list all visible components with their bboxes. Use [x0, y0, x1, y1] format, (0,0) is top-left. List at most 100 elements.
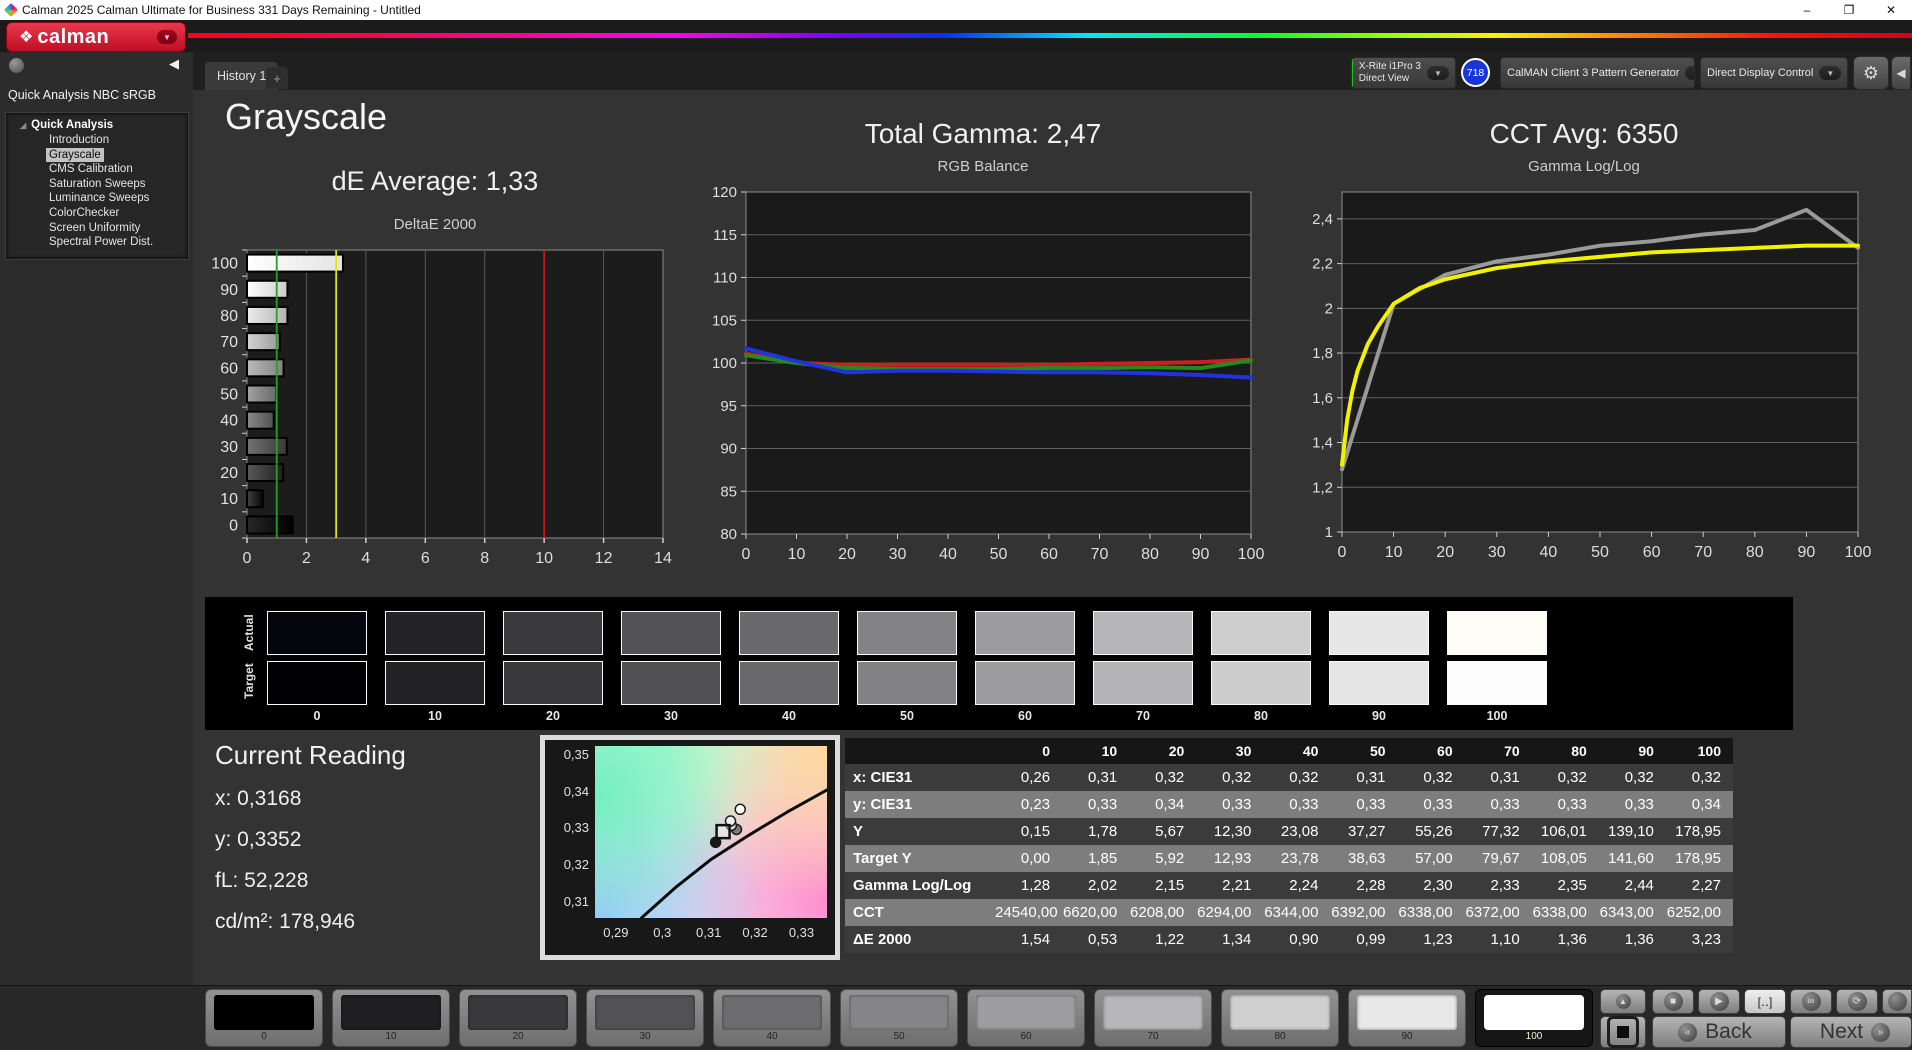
sidebar-item-grayscale[interactable]: Grayscale — [46, 148, 104, 163]
pattern-window-toggle-button[interactable] — [1600, 1016, 1646, 1048]
patch-swatch — [595, 995, 695, 1030]
tree-root-quick-analysis[interactable]: ◢Quick Analysis — [20, 119, 188, 131]
svg-text:4: 4 — [361, 550, 370, 567]
svg-text:80: 80 — [1141, 546, 1159, 563]
sidebar-item-luminance-sweeps[interactable]: Luminance Sweeps — [46, 191, 152, 206]
table-cell: 6252,00 — [1666, 899, 1733, 926]
pattern-patch-10[interactable]: 10 — [332, 989, 450, 1047]
table-cell: 0,31 — [1465, 764, 1532, 791]
pattern-patch-50[interactable]: 50 — [840, 989, 958, 1047]
next-button[interactable]: Next » — [1790, 1016, 1912, 1048]
minimize-button[interactable]: – — [1786, 0, 1828, 20]
table-cell: 0,33 — [1062, 791, 1129, 818]
table-cell: 12,93 — [1196, 845, 1263, 872]
pattern-mode-icon: [‥] — [1758, 995, 1773, 1009]
sidebar-item-screen-uniformity[interactable]: Screen Uniformity — [46, 221, 143, 236]
meter-selector-button[interactable]: X-Rite i1Pro 3 Direct View ▼ — [1351, 57, 1456, 89]
meter-dropdown-icon[interactable]: ▼ — [1427, 66, 1449, 80]
svg-text:20: 20 — [1436, 544, 1454, 561]
sidebar-item-introduction[interactable]: Introduction — [46, 133, 112, 148]
play-button[interactable]: ▶ — [1698, 989, 1740, 1014]
pattern-patch-90[interactable]: 90 — [1348, 989, 1466, 1047]
svg-text:80: 80 — [220, 308, 238, 325]
svg-text:20: 20 — [220, 465, 238, 482]
pattern-patch-70[interactable]: 70 — [1094, 989, 1212, 1047]
table-cell: 0,32 — [1129, 764, 1196, 791]
swatch-columns: 0102030405060708090100 — [267, 611, 1547, 723]
sidebar-orb-icon[interactable] — [9, 58, 24, 73]
table-cell: 6294,00 — [1196, 899, 1263, 926]
table-cell: 2,24 — [1263, 872, 1330, 899]
continuous-read-button[interactable]: ∞ — [1790, 989, 1832, 1014]
restore-button[interactable]: ❐ — [1828, 0, 1870, 20]
gamma-chart-title: Gamma Log/Log — [1296, 158, 1872, 175]
patch-swatch — [722, 995, 822, 1030]
sidebar-item-cms-calibration[interactable]: CMS Calibration — [46, 162, 136, 177]
table-cell: 178,95 — [1666, 818, 1733, 845]
pattern-patch-0[interactable]: 0 — [205, 989, 323, 1047]
tree-expand-icon[interactable]: ◢ — [20, 121, 26, 130]
table-cell: 0,32 — [1196, 764, 1263, 791]
title-bar: Calman 2025 Calman Ultimate for Business… — [0, 0, 1912, 20]
pattern-patch-100[interactable]: 100 — [1475, 989, 1593, 1047]
table-header-90: 90 — [1599, 738, 1666, 764]
extra-transport-button[interactable] — [1882, 989, 1912, 1014]
table-cell: 0,99 — [1330, 926, 1397, 953]
patch-swatch — [341, 995, 441, 1030]
display-control-dropdown-icon[interactable]: ▼ — [1819, 66, 1841, 80]
patch-label: 50 — [841, 1031, 957, 1042]
page-title: Grayscale — [225, 96, 387, 138]
sidebar-item-saturation-sweeps[interactable]: Saturation Sweeps — [46, 177, 149, 192]
table-cell: 79,67 — [1465, 845, 1532, 872]
patch-label: 100 — [1476, 1031, 1592, 1042]
svg-text:70: 70 — [1091, 546, 1109, 563]
pattern-patch-40[interactable]: 40 — [713, 989, 831, 1047]
panel-collapse-button[interactable]: ◀ — [1891, 56, 1911, 90]
display-control-button[interactable]: Direct Display Control ▼ — [1700, 57, 1848, 89]
actual-swatch-40 — [739, 611, 839, 655]
meter-count-badge: 718 — [1461, 58, 1490, 87]
back-button[interactable]: « Back — [1652, 1016, 1786, 1048]
settings-gear-button[interactable]: ⚙ — [1853, 56, 1889, 90]
pattern-patch-60[interactable]: 60 — [967, 989, 1085, 1047]
swatch-column-10: 10 — [385, 611, 485, 723]
pattern-up-button[interactable]: ▲ — [1600, 989, 1646, 1014]
play-icon: ▶ — [1710, 992, 1729, 1011]
patch-label: 40 — [714, 1031, 830, 1042]
pattern-patch-30[interactable]: 30 — [586, 989, 704, 1047]
infinity-icon: ∞ — [1802, 992, 1821, 1011]
meter-name: X-Rite i1Pro 3 — [1359, 61, 1421, 73]
sidebar-item-spectral-power-dist-[interactable]: Spectral Power Dist. — [46, 235, 156, 250]
pattern-generator-dropdown-icon[interactable]: ▼ — [1685, 66, 1695, 80]
sidebar-collapse-button[interactable]: ◀ — [169, 56, 179, 72]
pattern-patch-20[interactable]: 20 — [459, 989, 577, 1047]
add-tab-button[interactable]: + — [266, 67, 288, 89]
table-cell: 1,85 — [1062, 845, 1129, 872]
table-cell: 2,21 — [1196, 872, 1263, 899]
calman-logo-button[interactable]: ❖ calman ▼ — [6, 22, 186, 52]
table-cell: 6344,00 — [1263, 899, 1330, 926]
table-cell: 2,44 — [1599, 872, 1666, 899]
display-control-label: Direct Display Control — [1701, 67, 1819, 79]
table-cell: 0,31 — [1062, 764, 1129, 791]
svg-text:70: 70 — [220, 334, 238, 351]
calman-menu-dropdown[interactable]: ▼ — [157, 30, 177, 44]
close-button[interactable]: ✕ — [1870, 0, 1912, 20]
pattern-generator-button[interactable]: CalMAN Client 3 Pattern Generator ▼ — [1500, 57, 1695, 89]
table-cell: 5,92 — [1129, 845, 1196, 872]
svg-text:30: 30 — [1488, 544, 1506, 561]
pattern-patch-80[interactable]: 80 — [1221, 989, 1339, 1047]
gamma-line-chart: 11,21,41,61,822,22,401020304050607080901… — [1296, 176, 1872, 576]
refresh-button[interactable]: ⟳ — [1836, 989, 1878, 1014]
pattern-mode-button[interactable]: [‥] — [1744, 989, 1786, 1014]
patch-label: 10 — [333, 1031, 449, 1042]
sidebar-item-colorchecker[interactable]: ColorChecker — [46, 206, 122, 221]
table-cell: 2,15 — [1129, 872, 1196, 899]
svg-text:90: 90 — [1798, 544, 1816, 561]
stop-button[interactable]: ■ — [1652, 989, 1694, 1014]
patch-label: 80 — [1222, 1031, 1338, 1042]
pattern-bar: 0102030405060708090100 ▲ ■ ▶ [‥] ∞ ⟳ « B… — [0, 985, 1912, 1050]
actual-swatch-70 — [1093, 611, 1193, 655]
swatch-level-label: 50 — [857, 709, 957, 723]
cie-x-tick-label: 0,29 — [602, 925, 630, 940]
